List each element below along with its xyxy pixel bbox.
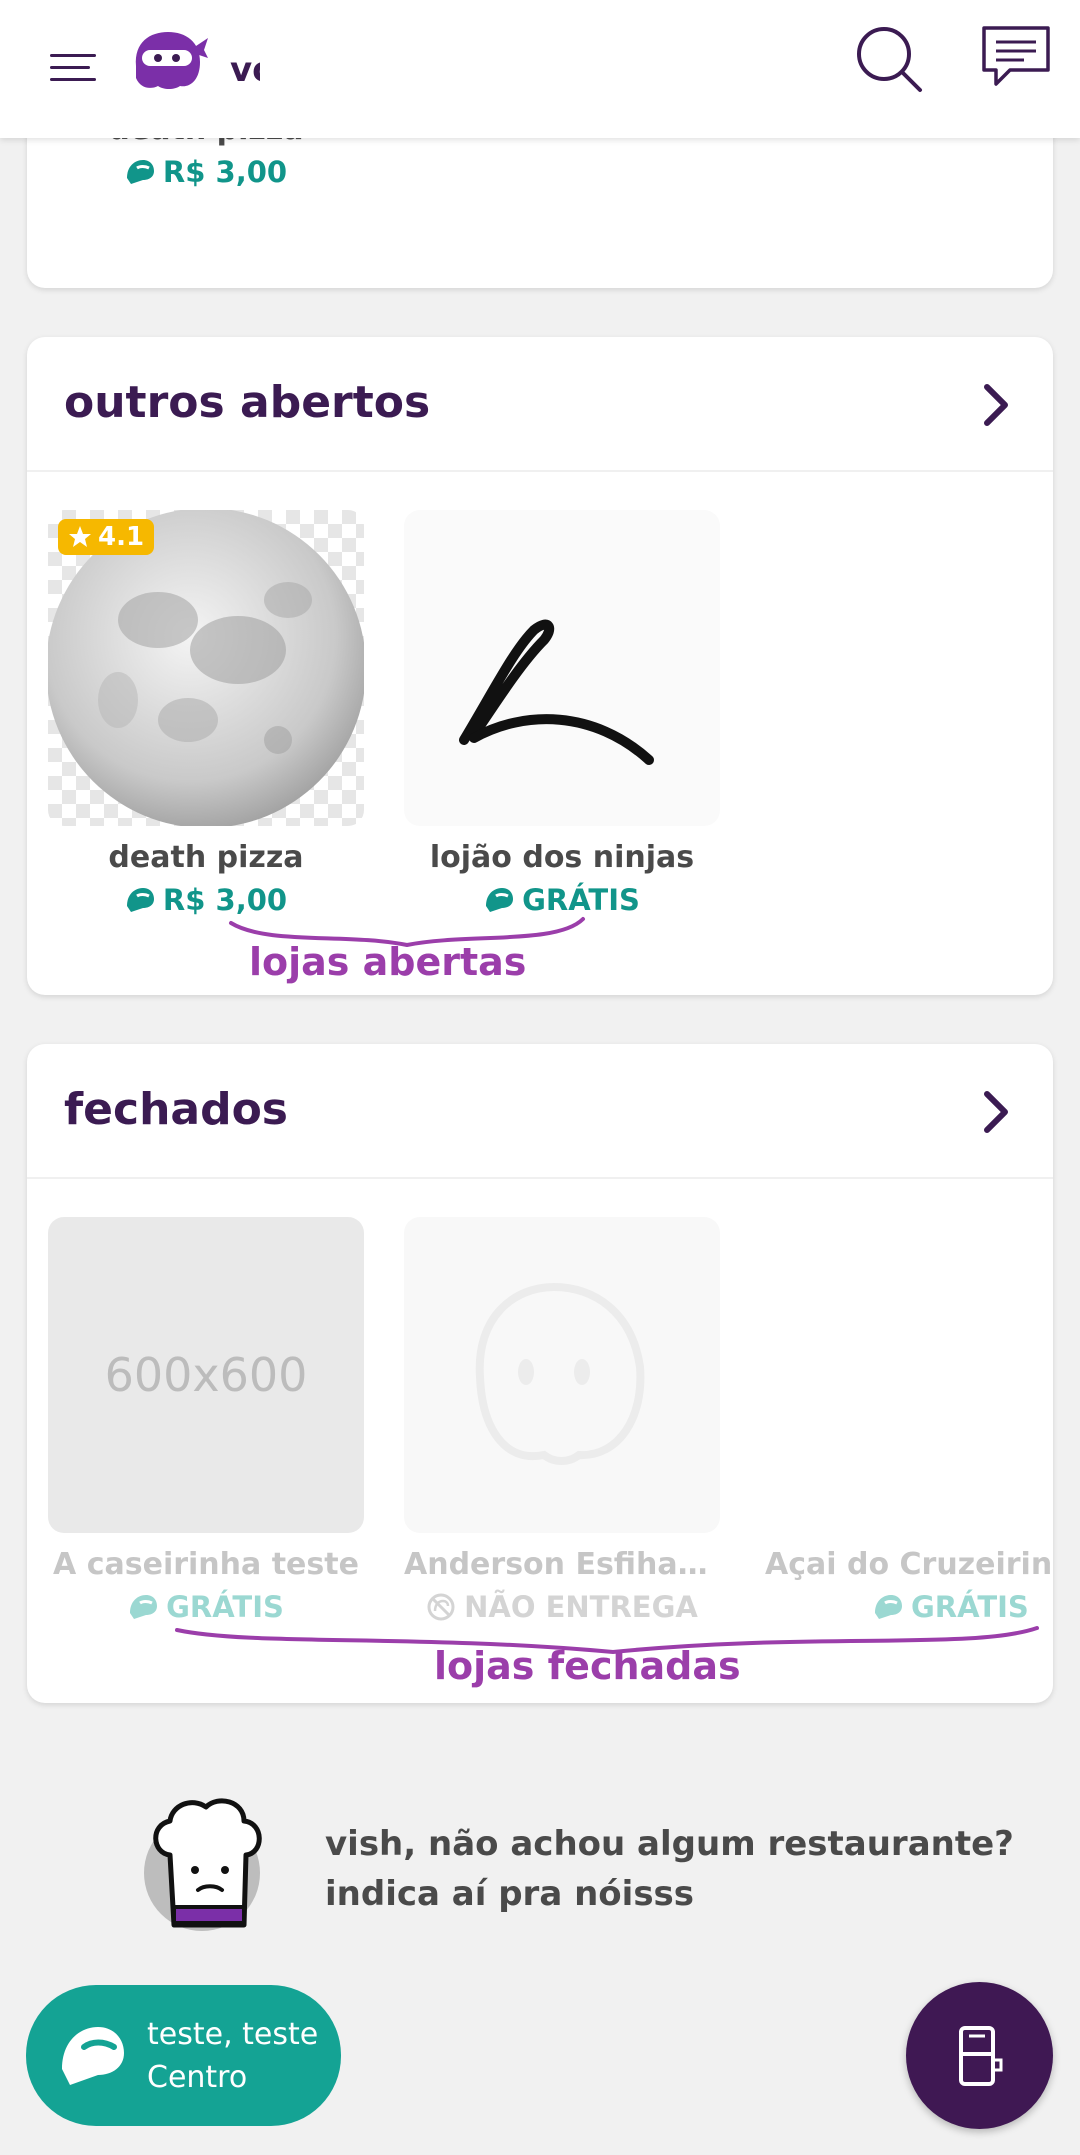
store-name: Anderson Esfihari... <box>404 1547 720 1582</box>
section-header[interactable]: fechados <box>27 1044 1053 1179</box>
empty-state-line1: vish, não achou algum restaurante? <box>325 1824 1014 1864</box>
delivery-fee: R$ 3,00 <box>48 155 364 189</box>
store-card[interactable]: 4.1 death pizza R$ 3,00 <box>48 510 364 917</box>
chat-icon[interactable] <box>980 24 1052 90</box>
empty-state-text: vish, não achou algum restaurante? indic… <box>325 1819 1014 1919</box>
annotation-label: lojas abertas <box>249 940 527 984</box>
delivery-fee: NÃO ENTREGA <box>404 1590 720 1624</box>
star-icon <box>69 526 91 547</box>
delivery-box-icon <box>959 2026 1003 2086</box>
store-card[interactable]: Açai do Cruzeirinho GRÁTIS <box>760 1217 1053 1624</box>
placeholder-text: 600x600 <box>104 1348 308 1402</box>
chef-hat-icon <box>144 1798 262 1931</box>
helmet-icon <box>130 1595 158 1619</box>
ninja-logo-icon <box>128 28 208 94</box>
top-bar: vo <box>0 0 1080 138</box>
address-line2: Centro <box>147 2060 248 2095</box>
chevron-right-icon[interactable] <box>981 383 1011 427</box>
brand-name: vo <box>230 50 260 90</box>
open-stores-section: outros abertos 4.1 death pizza R$ 3,00 l… <box>27 337 1053 995</box>
store-card[interactable]: Anderson Esfihari... NÃO ENTREGA <box>404 1217 720 1624</box>
orders-fab[interactable] <box>906 1982 1053 2129</box>
store-name: death pizza <box>108 840 304 875</box>
delivery-fee-value: NÃO ENTREGA <box>464 1590 698 1624</box>
store-image-placeholder <box>404 1217 720 1533</box>
delivery-fee-value: GRÁTIS <box>522 883 640 917</box>
delivery-fee-value: GRÁTIS <box>911 1590 1029 1624</box>
store-image <box>404 510 720 826</box>
delivery-fee: R$ 3,00 <box>48 883 364 917</box>
store-name: lojão dos ninjas <box>429 840 695 875</box>
store-image: 4.1 <box>48 510 364 826</box>
delivery-fee: GRÁTIS <box>760 1590 1053 1624</box>
section-title: fechados <box>64 1084 288 1135</box>
chevron-right-icon[interactable] <box>981 1090 1011 1134</box>
annotation-label: lojas fechadas <box>434 1644 741 1688</box>
ghost-logo-icon <box>475 1282 645 1465</box>
no-delivery-icon <box>427 1593 455 1621</box>
address-line1: teste, teste <box>147 2017 319 2052</box>
helmet-icon <box>126 160 154 184</box>
store-card[interactable]: 600x600 A caseirinha teste GRÁTIS <box>48 1217 364 1624</box>
empty-state-line2: indica aí pra nóisss <box>325 1874 695 1914</box>
store-image <box>760 1217 1053 1533</box>
store-image-placeholder: 600x600 <box>48 1217 364 1533</box>
store-card[interactable]: lojão dos ninjas GRÁTIS <box>404 510 720 917</box>
hamburger-menu-icon[interactable] <box>50 50 96 84</box>
delivery-fee-value: R$ 3,00 <box>162 155 288 189</box>
section-title: outros abertos <box>64 377 431 428</box>
moon-image <box>48 510 364 826</box>
helmet-icon <box>62 2027 124 2085</box>
rating-value: 4.1 <box>98 522 145 552</box>
ninja-store-image <box>459 619 654 765</box>
helmet-icon <box>126 888 154 912</box>
delivery-fee-value: R$ 3,00 <box>162 883 288 917</box>
delivery-fee: GRÁTIS <box>48 1590 364 1624</box>
delivery-fee: GRÁTIS <box>404 883 720 917</box>
store-name: A caseirinha teste <box>53 1547 359 1582</box>
suggest-restaurant[interactable]: vish, não achou algum restaurante? indic… <box>140 1795 1040 1945</box>
section-header[interactable]: outros abertos <box>27 337 1053 472</box>
store-name: Açai do Cruzeirinho <box>765 1547 1053 1582</box>
address-button[interactable]: teste, teste Centro <box>26 1985 341 2126</box>
helmet-icon <box>486 888 514 912</box>
rating-badge: 4.1 <box>58 519 155 555</box>
closed-stores-section: fechados 600x600 A caseirinha teste GRÁT… <box>27 1044 1053 1703</box>
helmet-icon <box>875 1595 902 1619</box>
delivery-fee-value: GRÁTIS <box>166 1590 284 1624</box>
search-icon[interactable] <box>854 24 924 94</box>
